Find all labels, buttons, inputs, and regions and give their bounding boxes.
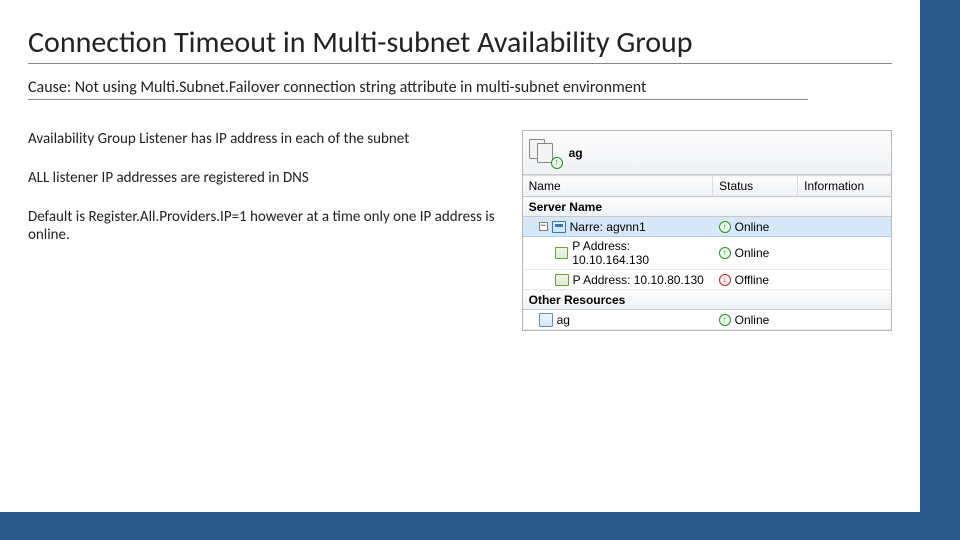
status-offline-icon: ↓ bbox=[719, 274, 731, 286]
ip-label: P Address: 10.10.164.130 bbox=[572, 239, 706, 267]
body-paragraph-3: Default is Register.All.Providers.IP=1 h… bbox=[28, 208, 504, 246]
ip-label: P Address: 10.10.80.130 bbox=[573, 273, 704, 287]
table-row[interactable]: ag ↑ Online bbox=[523, 310, 891, 330]
server-icon bbox=[552, 221, 566, 233]
slide-content: Connection Timeout in Multi-subnet Avail… bbox=[0, 0, 920, 512]
status-cell: ↑ Online bbox=[719, 313, 792, 327]
section-label: Server Name bbox=[523, 197, 891, 217]
section-label: Other Resources bbox=[523, 290, 891, 310]
col-header-info[interactable]: Information bbox=[798, 176, 891, 197]
col-header-status[interactable]: Status bbox=[713, 176, 798, 197]
title-underline bbox=[28, 63, 892, 64]
body-row: Availability Group Listener has IP addre… bbox=[28, 130, 892, 331]
resource-cell: ag bbox=[529, 313, 707, 327]
ip-address-icon bbox=[555, 247, 569, 259]
table-header-row: Name Status Information bbox=[523, 176, 891, 197]
status-online-icon: ↑ bbox=[719, 221, 731, 233]
availability-group-icon: ↑ bbox=[529, 139, 561, 167]
ag-label: ag bbox=[569, 146, 583, 160]
panel-header: ↑ ag bbox=[523, 131, 891, 175]
section-other-resources: Other Resources bbox=[523, 290, 891, 310]
cause-underline bbox=[28, 99, 808, 100]
cause-text: Cause: Not using Multi.Subnet.Failover c… bbox=[28, 78, 892, 97]
body-text: Availability Group Listener has IP addre… bbox=[28, 130, 504, 265]
status-cell: ↓ Offline bbox=[719, 273, 792, 287]
status-cell: ↑ Online bbox=[719, 220, 792, 234]
tree-toggle-icon[interactable]: − bbox=[539, 222, 548, 231]
status-online-icon: ↑ bbox=[719, 247, 731, 259]
body-paragraph-1: Availability Group Listener has IP addre… bbox=[28, 130, 504, 149]
ip-cell: P Address: 10.10.80.130 bbox=[529, 273, 707, 287]
server-name-label: Narre: agvnn1 bbox=[570, 220, 646, 234]
table-row[interactable]: P Address: 10.10.80.130 ↓ Offline bbox=[523, 270, 891, 290]
status-label: Online bbox=[735, 313, 770, 327]
section-server-name: Server Name bbox=[523, 197, 891, 217]
status-label: Offline bbox=[735, 273, 769, 287]
ip-cell: P Address: 10.10.164.130 bbox=[529, 239, 707, 267]
resource-table: Name Status Information Server Name − Na… bbox=[523, 175, 891, 330]
col-header-name[interactable]: Name bbox=[523, 176, 713, 197]
resource-label: ag bbox=[557, 313, 570, 327]
status-online-icon: ↑ bbox=[719, 314, 731, 326]
slide-title: Connection Timeout in Multi-subnet Avail… bbox=[28, 26, 892, 59]
table-row[interactable]: P Address: 10.10.164.130 ↑ Online bbox=[523, 237, 891, 270]
status-cell: ↑ Online bbox=[719, 246, 792, 260]
resource-icon bbox=[539, 313, 553, 327]
status-label: Online bbox=[735, 220, 770, 234]
ip-address-icon bbox=[555, 274, 569, 286]
status-label: Online bbox=[735, 246, 770, 260]
server-name-cell: − Narre: agvnn1 bbox=[529, 220, 707, 234]
cluster-panel: ↑ ag Name Status Information Server Name bbox=[522, 130, 892, 331]
table-row[interactable]: − Narre: agvnn1 ↑ Online bbox=[523, 217, 891, 237]
body-paragraph-2: ALL listener IP addresses are registered… bbox=[28, 169, 504, 188]
